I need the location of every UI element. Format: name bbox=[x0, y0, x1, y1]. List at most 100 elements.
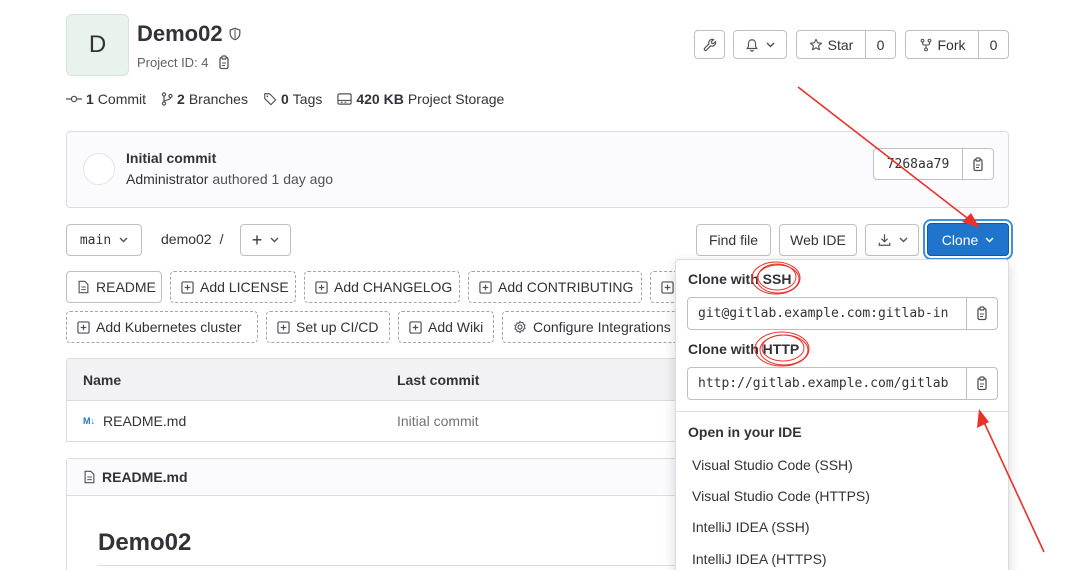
star-count[interactable]: 0 bbox=[865, 30, 896, 59]
tags-label: Tags bbox=[292, 91, 323, 107]
add-changelog-button[interactable]: Add CHANGELOG bbox=[304, 271, 460, 303]
add-kubernetes-label: Add Kubernetes cluster bbox=[96, 319, 242, 335]
fork-label: Fork bbox=[937, 36, 966, 53]
settings-icon bbox=[513, 320, 527, 334]
branch-icon bbox=[161, 92, 173, 106]
commits-link[interactable]: 1 Commit bbox=[66, 91, 146, 107]
add-icon: + bbox=[251, 230, 263, 250]
star-icon bbox=[809, 38, 823, 52]
project-name[interactable]: Demo02 bbox=[137, 21, 223, 47]
col-last-commit-header: Last commit bbox=[397, 372, 480, 388]
readme-label: README bbox=[96, 279, 156, 295]
add-wiki-label: Add Wiki bbox=[428, 319, 484, 335]
fork-button[interactable]: Fork bbox=[905, 30, 979, 59]
storage-size: 420 KB bbox=[356, 91, 404, 107]
chevron-down-icon bbox=[899, 237, 908, 243]
file-icon bbox=[83, 470, 96, 484]
fork-count-value: 0 bbox=[989, 36, 998, 53]
clone-ssh-url: git@gitlab.example.com:gitlab-in bbox=[698, 306, 949, 321]
clone-button[interactable]: Clone bbox=[927, 223, 1009, 256]
project-title: Demo02 bbox=[137, 21, 242, 47]
setup-cicd-button[interactable]: Set up CI/CD bbox=[266, 311, 390, 343]
ide-item-intellij-ssh[interactable]: IntelliJ IDEA (SSH) bbox=[692, 519, 809, 535]
commits-count: 1 bbox=[86, 91, 94, 107]
download-icon bbox=[877, 233, 892, 247]
chevron-down-icon bbox=[270, 237, 279, 243]
stats-row: 1 Commit 2 Branches 0 Tags 420 KB Projec… bbox=[66, 91, 504, 107]
star-button[interactable]: Star bbox=[796, 30, 866, 59]
star-label: Star bbox=[827, 36, 854, 53]
project-id-label: Project ID: 4 bbox=[137, 55, 209, 70]
shield-icon bbox=[228, 27, 242, 41]
readme-header: README.md bbox=[67, 459, 687, 496]
project-avatar: D bbox=[66, 14, 129, 76]
fork-count[interactable]: 0 bbox=[978, 30, 1009, 59]
notification-button[interactable] bbox=[733, 30, 787, 59]
branch-selector[interactable]: main bbox=[66, 224, 142, 256]
commit-author[interactable]: Administrator bbox=[126, 171, 208, 187]
clone-http-url: http://gitlab.example.com/gitlab bbox=[698, 376, 949, 391]
clone-label: Clone bbox=[941, 231, 979, 248]
breadcrumb-separator: / bbox=[219, 231, 224, 247]
breadcrumb-project[interactable]: demo02 bbox=[161, 231, 212, 247]
settings-button[interactable] bbox=[694, 30, 725, 59]
tag-icon bbox=[263, 92, 277, 106]
add-wiki-button[interactable]: Add Wiki bbox=[398, 311, 494, 343]
download-button[interactable] bbox=[865, 224, 919, 256]
branches-link[interactable]: 2 Branches bbox=[161, 91, 248, 107]
ide-section-header: Open in your IDE bbox=[688, 424, 802, 440]
readme-heading: Demo02 bbox=[98, 529, 192, 556]
copy-sha-button[interactable] bbox=[962, 148, 994, 180]
file-name-link[interactable]: README.md bbox=[103, 413, 186, 429]
add-to-tree-button[interactable]: + bbox=[240, 224, 291, 256]
table-row[interactable]: M↓ README.md Initial commit bbox=[67, 401, 686, 441]
plus-square-icon bbox=[277, 320, 290, 334]
commit-sha: 7268aa79 bbox=[886, 156, 950, 172]
plus-square-icon bbox=[479, 280, 492, 294]
file-commit-link[interactable]: Initial commit bbox=[397, 413, 479, 429]
copy-http-button[interactable] bbox=[966, 367, 998, 400]
commits-label: Commit bbox=[97, 91, 147, 107]
author-avatar[interactable] bbox=[83, 153, 115, 185]
storage-label: Project Storage bbox=[407, 91, 505, 107]
find-file-button[interactable]: Find file bbox=[696, 224, 771, 256]
commit-meta: Administrator authored 1 day ago bbox=[126, 171, 333, 187]
plus-square-icon bbox=[409, 320, 422, 334]
copy-icon bbox=[975, 376, 989, 391]
chevron-down-icon bbox=[985, 236, 994, 243]
file-table: Name Last commit M↓ README.md Initial co… bbox=[66, 358, 686, 442]
branch-name: main bbox=[79, 232, 112, 248]
plus-square-icon bbox=[661, 280, 674, 294]
copy-id-icon[interactable] bbox=[217, 55, 231, 70]
copy-ssh-button[interactable] bbox=[966, 297, 998, 330]
commit-title[interactable]: Initial commit bbox=[126, 150, 216, 166]
col-name-header: Name bbox=[83, 372, 122, 388]
plus-square-icon bbox=[181, 280, 194, 294]
ide-item-vscode-https[interactable]: Visual Studio Code (HTTPS) bbox=[692, 488, 870, 504]
readme-heading-divider bbox=[98, 565, 678, 566]
branches-label: Branches bbox=[188, 91, 248, 107]
web-ide-button[interactable]: Web IDE bbox=[779, 224, 857, 256]
chevron-down-icon bbox=[119, 237, 128, 243]
clone-ssh-input[interactable]: git@gitlab.example.com:gitlab-in bbox=[687, 297, 967, 330]
add-license-button[interactable]: Add LICENSE bbox=[170, 271, 296, 303]
markdown-icon: M↓ bbox=[83, 416, 95, 426]
clone-http-label: Clone with HTTP bbox=[688, 341, 800, 357]
readme-panel: README.md Demo02 bbox=[66, 458, 687, 570]
last-commit-box: Initial commit Administrator authored 1 … bbox=[66, 131, 1009, 208]
copy-icon bbox=[971, 156, 985, 172]
add-contributing-button[interactable]: Add CONTRIBUTING bbox=[468, 271, 642, 303]
commit-time: authored 1 day ago bbox=[212, 171, 334, 187]
tags-link[interactable]: 0 Tags bbox=[263, 91, 322, 107]
project-id: Project ID: 4 bbox=[137, 55, 231, 70]
ide-item-intellij-https[interactable]: IntelliJ IDEA (HTTPS) bbox=[692, 551, 827, 567]
storage-icon bbox=[337, 92, 353, 106]
clone-http-input[interactable]: http://gitlab.example.com/gitlab bbox=[687, 367, 967, 400]
add-kubernetes-button[interactable]: Add Kubernetes cluster bbox=[66, 311, 258, 343]
readme-button[interactable]: README bbox=[66, 271, 162, 303]
storage-link[interactable]: 420 KB Project Storage bbox=[337, 91, 504, 107]
commit-sha-button[interactable]: 7268aa79 bbox=[873, 148, 963, 180]
readme-filename[interactable]: README.md bbox=[102, 469, 188, 485]
ide-item-vscode-ssh[interactable]: Visual Studio Code (SSH) bbox=[692, 457, 853, 473]
configure-integrations-button[interactable]: Configure Integrations bbox=[502, 311, 680, 343]
